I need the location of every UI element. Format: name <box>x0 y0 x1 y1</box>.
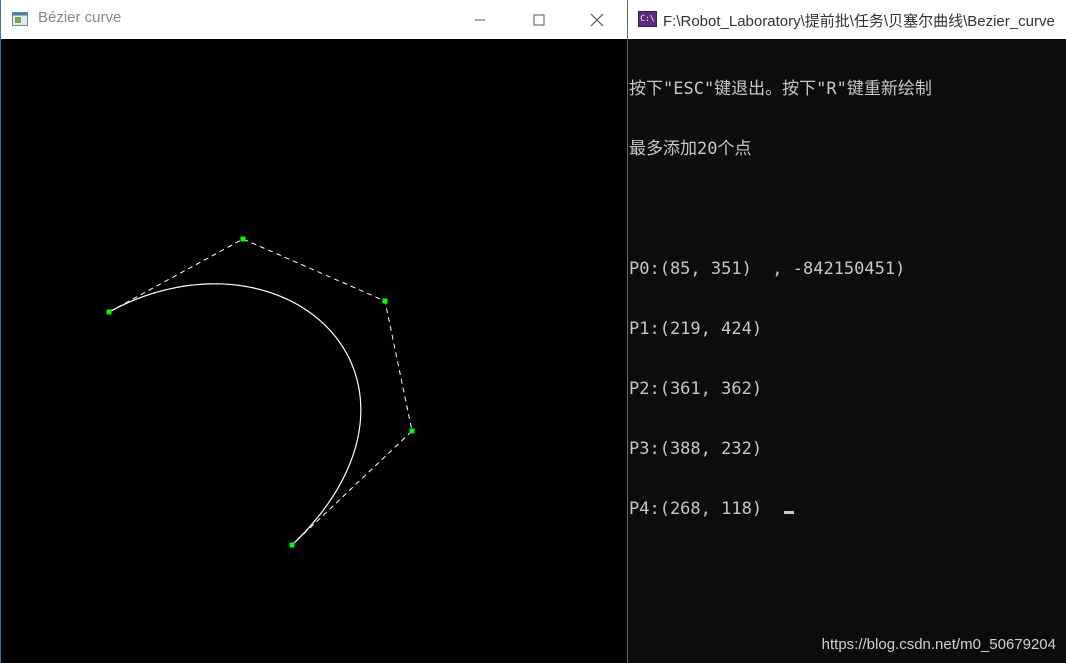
bezier-curve-path <box>108 283 362 546</box>
control-points <box>106 236 415 548</box>
control-polygon <box>108 238 413 546</box>
app-window-icon <box>12 11 28 27</box>
console-window: C:\ F:\Robot_Laboratory\提前批\任务\贝塞尔曲线\Bez… <box>627 0 1066 663</box>
console-line: P0:(85, 351) , -842150451) <box>629 259 906 279</box>
control-point-p1[interactable] <box>240 236 246 242</box>
console-app-icon: C:\ <box>638 11 657 27</box>
watermark: https://blog.csdn.net/m0_50679204 <box>821 636 1056 653</box>
maximize-button[interactable] <box>516 0 562 39</box>
console-line: P1:(219, 424) <box>629 319 763 339</box>
bezier-window: Bézier curve <box>0 0 627 663</box>
console-output: 按下"ESC"键退出。按下"R"键重新绘制 最多添加20个点 P0:(85, 3… <box>629 39 1066 559</box>
minimize-button[interactable] <box>457 0 503 39</box>
window-title: Bézier curve <box>38 9 122 26</box>
console-titlebar[interactable]: C:\ F:\Robot_Laboratory\提前批\任务\贝塞尔曲线\Bez… <box>628 0 1066 39</box>
console-title: F:\Robot_Laboratory\提前批\任务\贝塞尔曲线\Bezier_… <box>663 13 1055 30</box>
console-line: P3:(388, 232) <box>629 439 763 459</box>
bezier-curve <box>108 283 362 546</box>
console-line-last: P4:(268, 118) <box>629 499 1066 519</box>
close-icon <box>590 13 604 26</box>
bezier-titlebar[interactable]: Bézier curve <box>1 0 627 39</box>
text-cursor <box>784 511 795 514</box>
control-point-p2[interactable] <box>382 298 388 304</box>
close-button[interactable] <box>574 0 620 39</box>
console-line: P2:(361, 362) <box>629 379 763 399</box>
control-point-p3[interactable] <box>409 428 415 434</box>
console-line: 最多添加20个点 <box>629 139 752 159</box>
console-line-text: P4:(268, 118) <box>629 499 763 519</box>
minimize-icon <box>475 19 485 20</box>
drawing-canvas[interactable] <box>1 39 627 663</box>
console-line: 按下"ESC"键退出。按下"R"键重新绘制 <box>629 79 932 99</box>
control-polygon-line <box>108 238 413 546</box>
maximize-icon <box>533 14 545 25</box>
control-point-p0[interactable] <box>106 309 112 315</box>
control-point-p4[interactable] <box>289 542 295 548</box>
